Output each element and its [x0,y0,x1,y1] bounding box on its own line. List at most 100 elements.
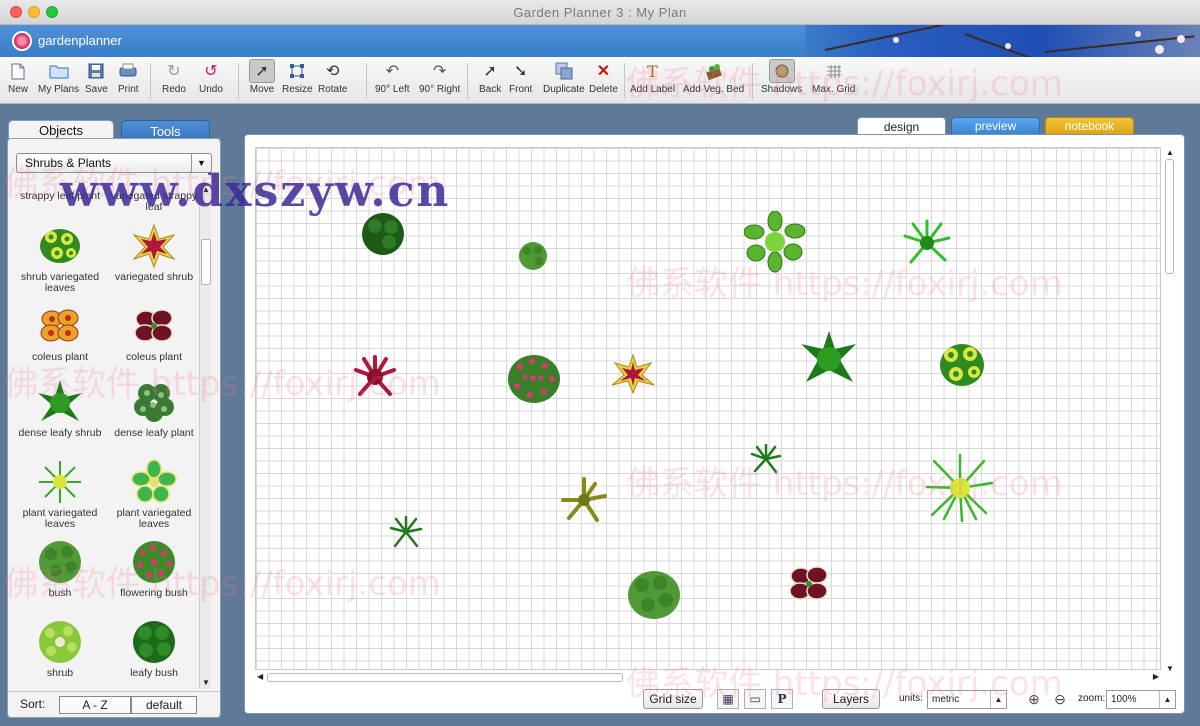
object-list-scrollbar[interactable]: ▲ ▼ [199,183,211,689]
ruler-icon[interactable]: ▭ [744,689,766,709]
undo-arrow-icon: ↺ [204,63,218,80]
undo-button[interactable]: ↺ Undo [199,61,223,95]
rotate-left-button[interactable]: ↶ 90° Left [375,61,410,95]
print-button[interactable]: Print [118,61,139,95]
add-veg-bed-button[interactable]: Add Veg. Bed [683,61,744,95]
scroll-up-icon[interactable]: ▲ [1166,148,1174,157]
dense-leafy-shrub-icon [38,380,82,421]
folder-icon [49,61,69,81]
bush-plant-large[interactable] [626,569,682,621]
scroll-thumb[interactable] [201,239,211,285]
resize-tool-button[interactable]: Resize [282,61,313,95]
shadows-toggle[interactable]: Shadows [761,59,802,95]
list-item-plant-variegated-leaves[interactable]: plant variegated leaves [13,459,107,530]
redo-arrow-icon: ↻ [167,63,181,80]
plant-variegated-leaves-2-icon [131,459,177,503]
zoom-label: zoom: [1078,693,1106,704]
text-t-icon: T [647,61,658,81]
flowering-bush-plant[interactable] [506,353,562,405]
list-item-dense-leafy-shrub[interactable]: dense leafy shrub [13,379,107,439]
rotate-arrows-icon: ⟲ [326,63,340,80]
strappy-leaf-plant-bright[interactable] [901,218,953,268]
coleus-plant-dark[interactable] [786,562,832,606]
canvas-horizontal-scrollbar[interactable]: ◀ ▶ [255,671,1161,685]
list-item-coleus-plant-dark[interactable]: coleus plant [107,303,201,363]
sort-az-button[interactable]: A - Z [59,696,131,714]
scroll-down-icon[interactable]: ▼ [202,678,210,687]
p-toggle-button[interactable]: P [771,689,793,709]
dense-leafy-shrub-plant[interactable] [800,330,858,386]
max-grid-button[interactable]: Max. Grid [812,61,855,95]
horizontal-scroll-thumb[interactable] [267,673,623,682]
main-toolbar: New My Plans Save Print ↻ Redo ↺ Undo ➚ … [0,57,1200,104]
list-item-shrub[interactable]: shrub [13,619,107,679]
floppy-disk-icon [86,61,106,81]
bush-icon [39,541,81,583]
redo-button[interactable]: ↻ Redo [162,61,186,95]
variegated-shrub-plant[interactable] [610,353,656,395]
strappy-green-plant[interactable] [389,516,423,548]
plant-variegated-leaves-spiky[interactable] [924,453,996,523]
list-item-variegated-shrub[interactable]: variegated shrub [107,223,201,283]
list-item-bush[interactable]: bush [13,539,107,599]
plant-variegated-leaves-large[interactable] [744,211,806,273]
list-item-dense-leafy-plant[interactable]: dense leafy plant [107,379,201,439]
zoom-in-icon[interactable]: ⊕ [1023,689,1045,709]
strappy-red-plant[interactable] [352,354,398,400]
list-item-flowering-bush[interactable]: flowering bush [107,539,201,599]
cursor-arrow-icon: ➚ [249,59,275,83]
scroll-down-icon[interactable]: ▼ [1166,664,1174,673]
my-plans-button[interactable]: My Plans [38,61,79,95]
brand-bar: gardenplanner [0,25,1200,57]
leafy-bush-plant[interactable] [359,211,407,257]
delete-button[interactable]: ✕ Delete [589,61,618,95]
send-back-button[interactable]: ➚ Back [479,61,501,95]
add-label-button[interactable]: T Add Label [630,61,675,96]
rotate-tool-button[interactable]: ⟲ Rotate [318,61,347,95]
list-item-leafy-bush[interactable]: leafy bush [107,619,201,679]
logo-flower-icon [12,31,32,51]
duplicate-button[interactable]: Duplicate [543,61,585,95]
strappy-olive-plant[interactable] [559,476,609,524]
rotate-left-icon: ↶ [385,63,399,80]
rotate-right-button[interactable]: ↷ 90° Right [419,61,460,95]
tab-preview[interactable]: preview [951,117,1040,135]
move-tool-button[interactable]: ➚ Move [249,59,275,95]
design-grid[interactable] [255,147,1161,670]
list-item-shrub-variegated-leaves[interactable]: shrub variegated leaves [13,223,107,294]
duplicate-squares-icon [554,61,574,81]
list-item-plant-variegated-leaves-2[interactable]: plant variegated leaves [107,459,201,530]
coleus-plant-dark-icon [134,309,173,342]
shrub-icon [39,621,81,663]
grid-size-button[interactable]: Grid size [643,689,703,709]
zoom-select[interactable]: 100% ▲ [1106,690,1176,709]
object-list: strappy leaf plant variegated strappy le… [13,183,205,689]
canvas-vertical-scrollbar[interactable]: ▲ ▼ [1163,147,1177,673]
resize-handles-icon [287,61,307,81]
leafy-bush-icon [133,621,175,663]
bush-plant-small[interactable] [517,241,549,271]
zoom-out-icon[interactable]: ⊖ [1049,689,1071,709]
back-arrow-icon: ➚ [483,63,497,80]
scroll-left-icon[interactable]: ◀ [257,672,263,681]
layers-button[interactable]: Layers [822,689,880,709]
variegated-shrub-icon [132,223,176,269]
bring-front-button[interactable]: ➘ Front [509,61,532,95]
new-button[interactable]: New [8,61,28,95]
units-select[interactable]: metric ▲ [927,690,1007,709]
grid-toggle-icon[interactable]: ▦ [717,689,739,709]
list-item-coleus-plant[interactable]: coleus plant [13,303,107,363]
tab-objects[interactable]: Objects [8,120,114,140]
sort-label: Sort: [20,697,46,711]
front-arrow-icon: ➘ [513,63,528,80]
canvas-bottom-bar: Grid size ▦ ▭ P Layers units: metric ▲ ⊕… [245,686,1185,714]
vertical-scroll-thumb[interactable] [1165,159,1174,274]
rotate-right-icon: ↷ [432,63,447,80]
strappy-leaf-plant-small[interactable] [750,444,782,474]
scroll-right-icon[interactable]: ▶ [1153,672,1159,681]
sort-default-button[interactable]: default [131,696,197,714]
save-button[interactable]: Save [85,61,108,95]
shrub-variegated-leaves-plant[interactable] [936,340,988,390]
tab-notebook[interactable]: notebook [1045,117,1134,135]
design-canvas-panel: ▲ ▼ ◀ ▶ Grid size ▦ ▭ P Layers units: me… [244,134,1185,714]
